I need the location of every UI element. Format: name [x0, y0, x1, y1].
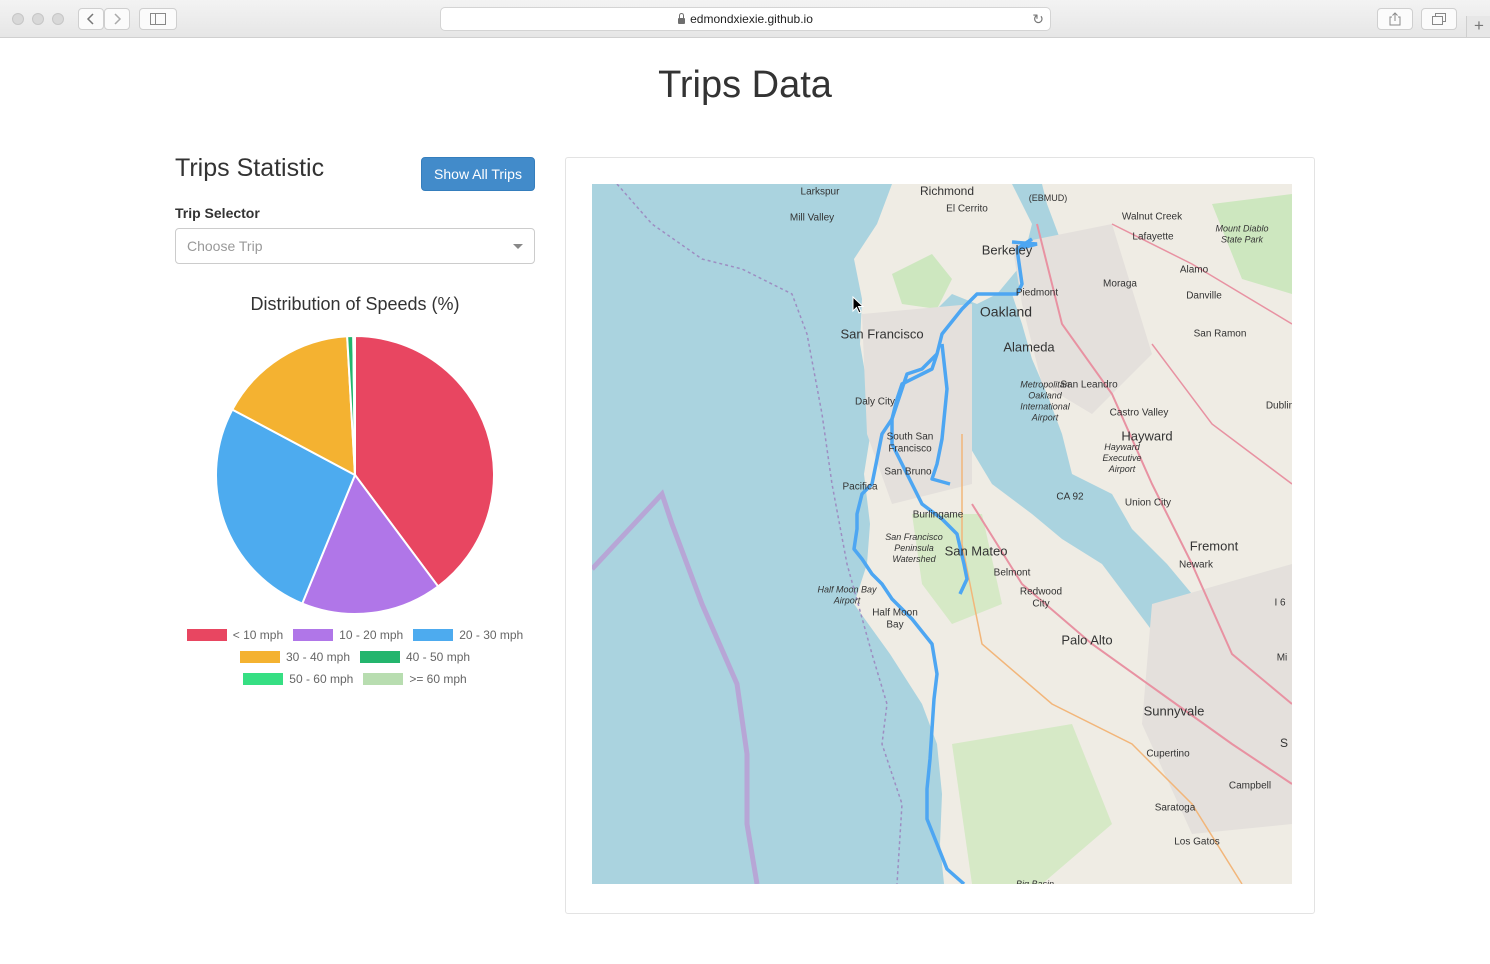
map-place-label: Richmond: [920, 184, 974, 198]
map-place-label: S: [1280, 736, 1288, 750]
map-place-label: Los Gatos: [1174, 836, 1220, 847]
map-place-label: Sunnyvale: [1144, 703, 1205, 718]
minimize-window-button[interactable]: [32, 13, 44, 25]
chart-title: Distribution of Speeds (%): [250, 294, 460, 314]
legend-row: < 10 mph 10 - 20 mph 20 - 30 mph: [175, 624, 535, 646]
map-place-label: Alameda: [1003, 339, 1055, 354]
map-place-label: Burlingame: [913, 509, 964, 520]
map-place-label: Larkspur: [801, 186, 841, 197]
new-tab-button[interactable]: +: [1466, 16, 1490, 37]
mouse-cursor-icon: [852, 296, 865, 314]
legend-swatch: [360, 651, 400, 663]
map-place-label: Alamo: [1180, 264, 1209, 275]
map-place-label: San Francisco: [840, 326, 923, 341]
legend-label: 30 - 40 mph: [285, 650, 350, 664]
back-button[interactable]: [78, 8, 104, 30]
trip-selector-placeholder: Choose Trip: [187, 238, 263, 254]
map-place-label: Lafayette: [1132, 231, 1174, 242]
legend-row: 30 - 40 mph 40 - 50 mph: [175, 646, 535, 668]
share-icon: [1389, 12, 1401, 26]
trip-selector-label: Trip Selector: [175, 205, 260, 221]
map-place-label: Palo Alto: [1061, 632, 1112, 647]
map-panel: Larkspur Richmond El Cerrito Mill Valley Ber…: [565, 157, 1315, 914]
trip-selector-dropdown[interactable]: Choose Trip: [175, 228, 535, 264]
map-place-label: Danville: [1186, 290, 1222, 301]
sidebar-toggle-button[interactable]: [139, 8, 177, 30]
map-place-label: Castro Valley: [1110, 407, 1169, 418]
legend-swatch: [413, 629, 454, 641]
map-place-label: Mill Valley: [790, 212, 834, 223]
legend-swatch: [293, 629, 334, 641]
chevron-right-icon: [114, 13, 122, 25]
map-place-label: Newark: [1179, 559, 1214, 570]
legend-swatch: [186, 629, 227, 641]
forward-button[interactable]: [104, 8, 130, 30]
map-place-label: Berkeley: [982, 242, 1033, 257]
map-place-label: San Ramon: [1194, 328, 1247, 339]
legend-item[interactable]: 40 - 50 mph: [360, 650, 470, 664]
legend-item[interactable]: >= 60 mph: [363, 672, 467, 686]
speed-pie-chart: [215, 334, 495, 615]
legend-item[interactable]: < 10 mph: [186, 628, 284, 642]
map-place-label: Piedmont: [1016, 287, 1058, 298]
tabs-icon: [1432, 13, 1446, 25]
map-place-label: Walnut Creek: [1122, 211, 1183, 222]
map-place-label: San Mateo: [945, 543, 1008, 558]
map-place-label: Moraga: [1103, 278, 1137, 289]
lock-icon: [678, 13, 686, 24]
map-place-label: Fremont: [1190, 538, 1239, 553]
chevron-left-icon: [86, 13, 94, 25]
map-place-label: Daly City: [855, 396, 895, 407]
page-title: Trips Data: [658, 64, 832, 106]
address-bar[interactable]: edmondxiexie.github.io ↻: [440, 7, 1051, 31]
map-place-label: Pacifica: [842, 481, 877, 492]
sidebar-icon: [150, 13, 166, 25]
caret-down-icon: [513, 244, 523, 249]
legend-label: 50 - 60 mph: [289, 672, 354, 686]
map-place-label: Dublin: [1266, 400, 1292, 411]
trip-map[interactable]: Larkspur Richmond El Cerrito Mill Valley Ber…: [592, 184, 1292, 884]
map-place-label: Mi: [1277, 652, 1288, 663]
legend-item[interactable]: 50 - 60 mph: [243, 672, 353, 686]
map-place-label: I 6: [1274, 597, 1286, 608]
close-window-button[interactable]: [12, 13, 24, 25]
legend-label: 20 - 30 mph: [459, 628, 524, 642]
legend-label: 10 - 20 mph: [339, 628, 404, 642]
legend-label: < 10 mph: [232, 628, 284, 642]
map-canvas[interactable]: Larkspur Richmond El Cerrito Mill Valley Ber…: [592, 184, 1292, 884]
map-place-label: Campbell: [1229, 780, 1271, 791]
map-place-label: (EBMUD): [1029, 193, 1068, 203]
legend-label: 40 - 50 mph: [406, 650, 471, 664]
show-all-trips-button[interactable]: Show All Trips: [421, 157, 535, 191]
map-place-label: Belmont: [994, 567, 1031, 578]
legend-row: 50 - 60 mph >= 60 mph: [175, 668, 535, 690]
share-button[interactable]: [1377, 8, 1413, 30]
legend-swatch: [363, 673, 404, 685]
map-place-label: El Cerrito: [946, 203, 988, 214]
map-place-label: Oakland: [980, 304, 1032, 320]
map-place-label: Saratoga: [1155, 802, 1196, 813]
map-place-label: South San Francisco: [887, 431, 934, 454]
legend-item[interactable]: 10 - 20 mph: [293, 628, 403, 642]
stats-heading: Trips Statistic: [175, 154, 325, 182]
legend-item[interactable]: 20 - 30 mph: [413, 628, 523, 642]
zoom-window-button[interactable]: [52, 13, 64, 25]
chart-legend: < 10 mph 10 - 20 mph 20 - 30 mph 30 - 40 mp…: [175, 624, 535, 690]
legend-label: >= 60 mph: [409, 672, 467, 686]
tabs-overview-button[interactable]: [1421, 8, 1457, 30]
map-place-label: San Bruno: [884, 466, 932, 477]
map-place-label: Union City: [1125, 497, 1171, 508]
map-place-label: Mount Diablo State Park: [1215, 224, 1268, 245]
map-place-label: Big Basin: [1016, 879, 1054, 884]
legend-swatch: [239, 651, 280, 663]
url-text: edmondxiexie.github.io: [690, 12, 813, 26]
map-place-label: Cupertino: [1146, 748, 1190, 759]
legend-item[interactable]: 30 - 40 mph: [239, 650, 350, 664]
browser-toolbar: edmondxiexie.github.io ↻ +: [0, 0, 1490, 38]
reload-icon[interactable]: ↻: [1032, 11, 1044, 28]
legend-swatch: [243, 673, 284, 685]
map-place-label: CA 92: [1056, 491, 1084, 502]
